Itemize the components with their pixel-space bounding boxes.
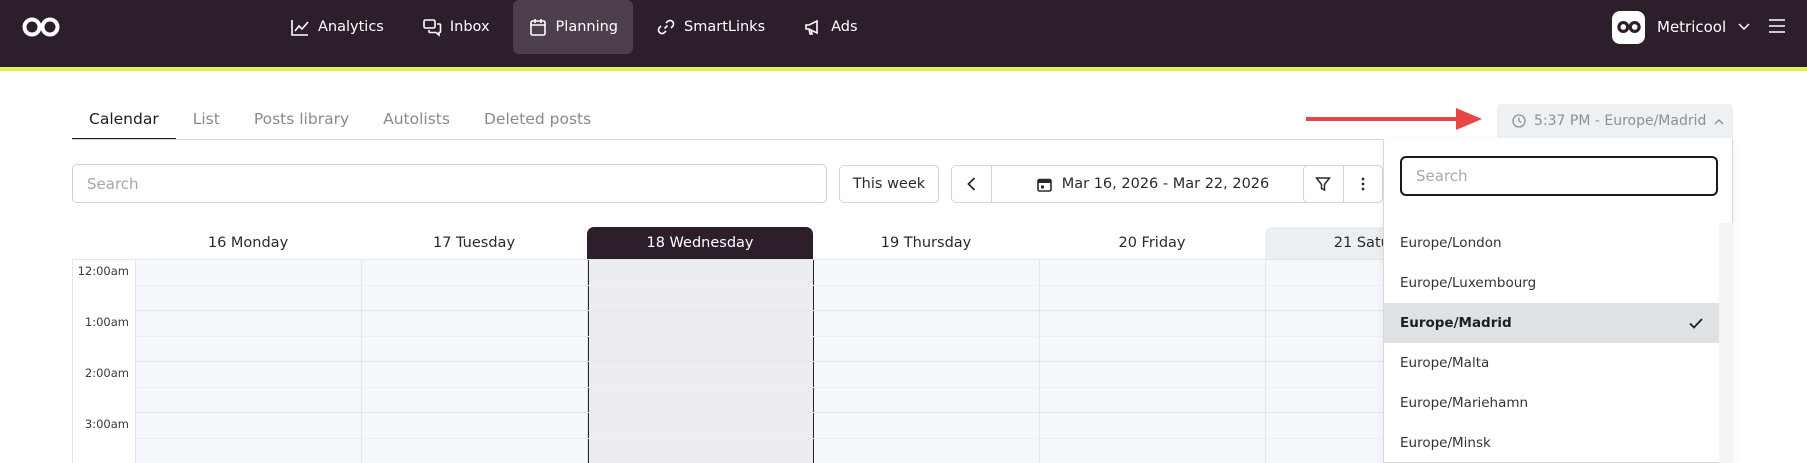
account-menu[interactable]: Metricool (1612, 10, 1750, 44)
timezone-option[interactable]: Europe/Luxembourg (1384, 263, 1719, 303)
time-label: 1:00am (84, 315, 129, 329)
link-icon (657, 19, 675, 35)
avatar (1612, 10, 1645, 44)
timezone-selector[interactable]: 5:37 PM - Europe/Madrid (1497, 104, 1733, 138)
timezone-option-label: Europe/Malta (1400, 355, 1490, 371)
hamburger-menu-icon[interactable] (1768, 17, 1786, 35)
timezone-dropdown: Europe/London Europe/Luxembourg Europe/M… (1383, 139, 1733, 463)
checkmark-icon (1689, 317, 1703, 329)
nav-inbox-label: Inbox (449, 19, 490, 35)
analytics-icon (291, 20, 309, 36)
timezone-option-label: Europe/Minsk (1400, 435, 1491, 451)
day-header-monday[interactable]: 16 Monday (135, 227, 361, 259)
time-label: 3:00am (84, 417, 129, 431)
annotation-arrow-icon (1306, 108, 1482, 130)
timezone-option[interactable]: Europe/Mariehamn (1384, 383, 1719, 423)
time-column: 12:00am 1:00am 2:00am 3:00am (73, 260, 136, 463)
timezone-option-label: Europe/Mariehamn (1400, 395, 1529, 411)
nav-smartlinks-label: SmartLinks (684, 19, 766, 35)
nav-planning-label: Planning (555, 19, 619, 35)
timezone-search-input[interactable] (1400, 156, 1718, 196)
nav-smartlinks[interactable]: SmartLinks (641, 0, 780, 54)
calendar-small-icon (1036, 178, 1052, 192)
dropdown-scrollbar[interactable] (1719, 223, 1733, 463)
timezone-options-list: Europe/London Europe/Luxembourg Europe/M… (1384, 223, 1719, 463)
nav-planning[interactable]: Planning (512, 0, 634, 54)
chevron-down-icon (1738, 23, 1750, 31)
timezone-option-selected[interactable]: Europe/Madrid (1384, 303, 1719, 343)
previous-week-button[interactable] (952, 166, 992, 202)
metricool-avatar-icon (1616, 21, 1641, 33)
timezone-option-label: Europe/Luxembourg (1400, 275, 1537, 291)
this-week-button[interactable]: This week (839, 165, 939, 203)
day-header-wednesday[interactable]: 18 Wednesday (587, 227, 813, 259)
tab-calendar[interactable]: Calendar (72, 100, 176, 140)
search-input[interactable] (72, 164, 827, 203)
tab-autolists[interactable]: Autolists (366, 100, 467, 140)
day-header-tuesday[interactable]: 17 Tuesday (361, 227, 587, 259)
clock-icon (1512, 114, 1526, 128)
time-label: 12:00am (77, 264, 129, 278)
nav-analytics[interactable]: Analytics (275, 0, 399, 54)
date-navigator: Mar 16, 2026 - Mar 22, 2026 (951, 165, 1355, 203)
accent-stripe (0, 67, 1807, 71)
main-nav: Analytics Inbox Planning SmartLinks Ads (275, 0, 873, 54)
time-label: 2:00am (84, 366, 129, 380)
timezone-option[interactable]: Europe/Malta (1384, 343, 1719, 383)
timezone-option-label: Europe/London (1400, 235, 1502, 251)
calendar-tools (1303, 165, 1383, 203)
timezone-option-label: Europe/Madrid (1400, 315, 1512, 331)
more-options-button[interactable] (1342, 166, 1382, 202)
megaphone-icon (805, 19, 818, 35)
inbox-icon (423, 19, 442, 37)
date-range-picker[interactable]: Mar 16, 2026 - Mar 22, 2026 (992, 166, 1314, 202)
nav-ads-label: Ads (831, 19, 858, 35)
day-header-thursday[interactable]: 19 Thursday (813, 227, 1039, 259)
tab-deleted-posts[interactable]: Deleted posts (467, 100, 608, 140)
top-navigation-bar: Analytics Inbox Planning SmartLinks Ads … (0, 0, 1807, 67)
day-header-friday[interactable]: 20 Friday (1039, 227, 1265, 259)
timezone-current: 5:37 PM - Europe/Madrid (1534, 113, 1707, 129)
timezone-option[interactable]: Europe/Minsk (1384, 423, 1719, 463)
more-vertical-icon (1361, 177, 1365, 191)
nav-ads[interactable]: Ads (788, 0, 872, 54)
tab-posts-library[interactable]: Posts library (237, 100, 366, 140)
calendar-icon (529, 19, 546, 36)
chevron-up-icon (1714, 118, 1724, 124)
planning-tabs: Calendar List Posts library Autolists De… (72, 100, 608, 140)
date-range-label: Mar 16, 2026 - Mar 22, 2026 (1061, 176, 1270, 192)
account-name: Metricool (1657, 18, 1727, 36)
tab-list[interactable]: List (176, 100, 237, 140)
nav-inbox[interactable]: Inbox (407, 0, 505, 54)
filter-button[interactable] (1304, 166, 1343, 202)
filter-icon (1315, 177, 1332, 192)
metricool-logo-icon[interactable] (22, 16, 60, 38)
chevron-left-icon (967, 177, 976, 191)
nav-analytics-label: Analytics (318, 19, 384, 35)
timezone-option[interactable]: Europe/London (1384, 223, 1719, 263)
